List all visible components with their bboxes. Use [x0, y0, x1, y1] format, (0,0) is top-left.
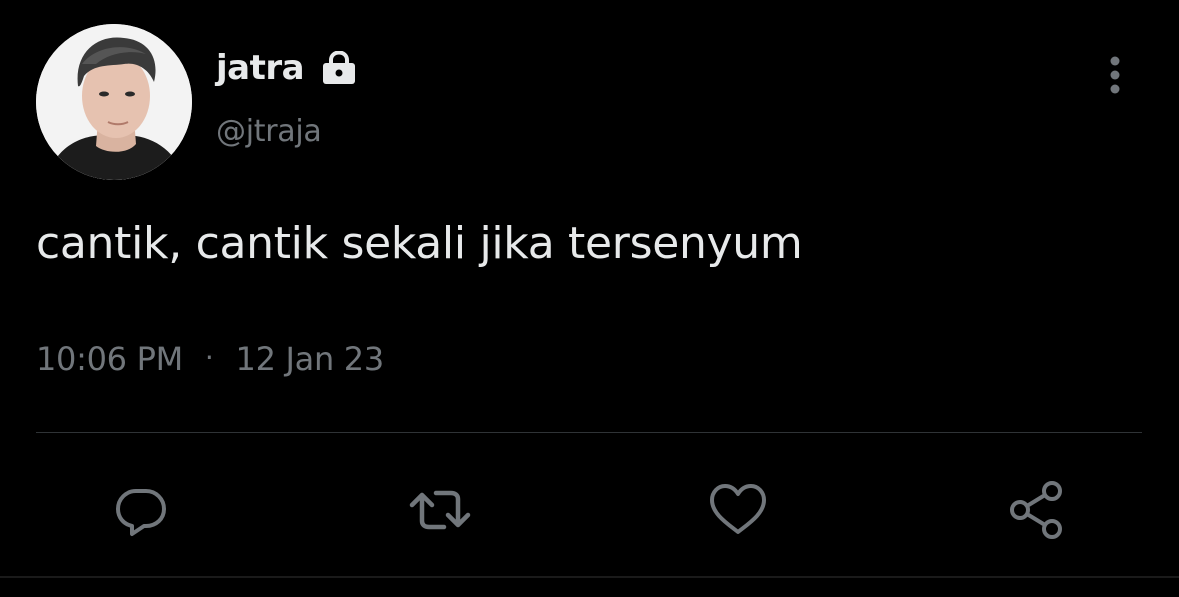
- reply-button[interactable]: [101, 470, 181, 550]
- retweet-icon: [409, 490, 471, 530]
- heart-icon: [710, 484, 766, 534]
- lock-icon: [323, 51, 356, 84]
- tweet-date[interactable]: 12 Jan 23: [236, 340, 385, 378]
- divider: [36, 432, 1142, 433]
- tweet-text: cantik, cantik sekali jika tersenyum: [36, 218, 803, 269]
- more-button[interactable]: [1098, 52, 1132, 98]
- reply-icon: [116, 489, 166, 536]
- display-name[interactable]: jatra: [216, 48, 305, 88]
- avatar-image: [36, 24, 192, 180]
- like-button[interactable]: [698, 470, 778, 550]
- tweet: jatra @jtraja cantik, cantik sekali jika…: [0, 0, 1179, 597]
- share-button[interactable]: [997, 470, 1077, 550]
- display-name-row: jatra: [216, 46, 358, 90]
- meta-separator: ·: [204, 340, 214, 374]
- handle[interactable]: @jtraja: [216, 114, 322, 149]
- tweet-time[interactable]: 10:06 PM: [36, 340, 183, 378]
- tweet-meta: 10:06 PM · 12 Jan 23: [36, 340, 384, 378]
- action-bar: [0, 470, 1179, 550]
- avatar[interactable]: [36, 24, 192, 180]
- retweet-button[interactable]: [400, 470, 480, 550]
- bottom-divider: [0, 576, 1179, 578]
- share-icon: [1010, 481, 1062, 539]
- more-vertical-icon: [1110, 56, 1120, 94]
